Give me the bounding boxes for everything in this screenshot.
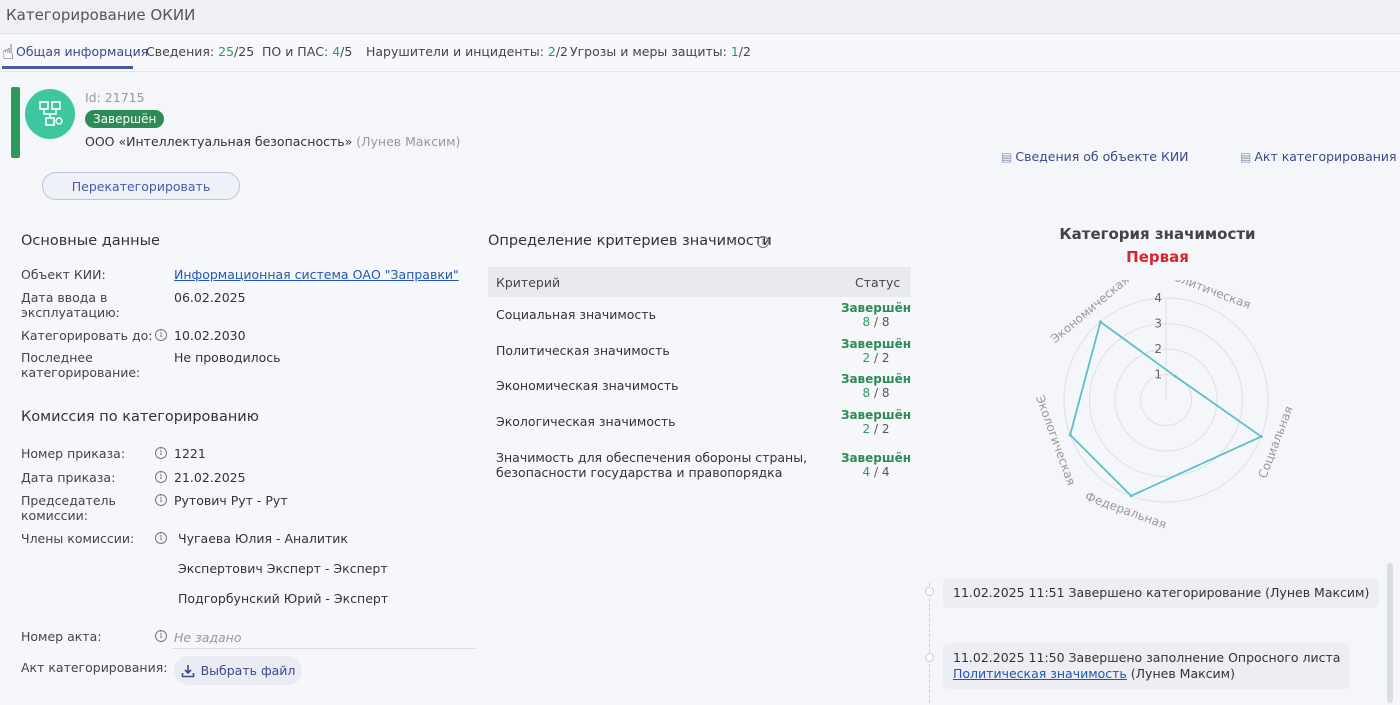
window-titlebar: Категорирование ОКИИ	[0, 0, 1400, 34]
last-categorization-label: Последнее категорирование:	[21, 350, 141, 380]
object-link[interactable]: Информационная система ОАО "Заправки"	[174, 267, 459, 282]
info-icon[interactable]: i	[155, 532, 167, 544]
order-date-label: Дата приказа:	[21, 470, 116, 485]
mouse-cursor-icon: ☝	[2, 40, 15, 64]
criterion-name[interactable]: Значимость для обеспечения обороны стран…	[496, 450, 807, 480]
act-number-input[interactable]: Не задано	[174, 630, 242, 645]
object-type-icon	[25, 89, 75, 139]
choose-file-button[interactable]: Выбрать файл	[174, 656, 302, 685]
tab-bar: Общая информация Сведения: 25/25 ПО и ПА…	[0, 34, 1400, 72]
member-item: Подгорбунский Юрий - Эксперт	[178, 591, 389, 606]
timeline-line	[929, 583, 930, 703]
radar-data-point	[1068, 433, 1072, 437]
category-title: Категория значимости	[1059, 225, 1256, 243]
act-number-underline	[172, 648, 475, 649]
info-icon[interactable]: i	[155, 447, 167, 459]
criterion-name[interactable]: Социальная значимость	[496, 307, 656, 322]
radar-tick-label: 3	[1154, 317, 1162, 331]
object-organization: ООО «Интеллектуальная безопасность» (Лун…	[85, 134, 461, 149]
categorize-until-value: 10.02.2030	[174, 328, 246, 343]
object-id: Id: 21715	[85, 90, 145, 105]
tab-software[interactable]: ПО и ПАС: 4/5	[262, 44, 352, 59]
commission-title: Комиссия по категорированию	[21, 409, 259, 425]
radar-data-point	[1259, 435, 1263, 439]
info-icon[interactable]: i	[155, 494, 167, 506]
radar-tick-label: 2	[1154, 342, 1162, 356]
window-title: Категорирование ОКИИ	[6, 6, 196, 24]
info-icon[interactable]: i	[155, 630, 167, 642]
categorize-until-label: Категорировать до:	[21, 328, 153, 343]
col-status: Статус	[855, 275, 901, 290]
act-link[interactable]: ▤ Акт категорирования	[1240, 149, 1397, 164]
radar-tick-label: 4	[1154, 291, 1162, 305]
criteria-title: Определение критериев значимости	[488, 233, 772, 249]
choose-file-label: Выбрать файл	[200, 663, 296, 678]
criteria-table-header: Критерий Статус	[488, 267, 911, 297]
order-date-value: 21.02.2025	[174, 470, 246, 485]
members-label: Члены комиссии:	[21, 531, 135, 546]
timeline-scrollbar[interactable]	[1387, 563, 1393, 703]
chairman-label: Председатель комиссии:	[21, 493, 116, 523]
act-number-label: Номер акта:	[21, 629, 102, 644]
main-data-title: Основные данные	[21, 233, 160, 249]
order-number-value: 1221	[174, 446, 206, 461]
info-icon[interactable]: i	[757, 236, 769, 248]
date-input-value: 06.02.2025	[174, 290, 246, 305]
radar-data-point	[1173, 374, 1177, 378]
tab-threats[interactable]: Угрозы и меры защиты: 1/2	[570, 44, 751, 59]
timeline-dot	[925, 653, 934, 662]
timeline-entry: 11.02.2025 11:51 Завершено категорирован…	[943, 578, 1380, 608]
radar-axis-label: Социальная	[1256, 404, 1296, 480]
upload-icon	[181, 664, 194, 677]
criterion-name[interactable]: Экологическая значимость	[496, 414, 676, 429]
radar-axis-label: Федеральная	[1083, 489, 1168, 531]
document-icon: ▤	[1001, 150, 1013, 164]
criterion-status: Завершён 4 / 4	[840, 451, 912, 479]
status-stripe	[11, 87, 20, 158]
object-label: Объект КИИ:	[21, 267, 106, 282]
document-icon: ▤	[1240, 150, 1252, 164]
criterion-status: Завершён 2 / 2	[840, 408, 912, 436]
radar-tick-label: 1	[1154, 368, 1162, 382]
radar-data-point	[1129, 494, 1133, 498]
tab-info[interactable]: Сведения: 25/25	[146, 44, 254, 59]
category-value: Первая	[1126, 248, 1189, 266]
timeline-criterion-link[interactable]: Политическая значимость	[953, 666, 1127, 681]
timeline-dot	[925, 587, 934, 596]
date-input-label: Дата ввода в эксплуатацию:	[21, 290, 120, 320]
timeline-entry: 11.02.2025 11:50 Завершено заполнение Оп…	[943, 643, 1351, 689]
criterion-status: Завершён 8 / 8	[840, 301, 912, 329]
radar-axis-label: Экологическая	[1033, 393, 1079, 487]
significance-radar-chart: 1234 ПолитическаяСоциальнаяФедеральнаяЭко…	[1033, 280, 1296, 532]
criterion-name[interactable]: Политическая значимость	[496, 343, 670, 358]
tab-intruders[interactable]: Нарушители и инциденты: 2/2	[366, 44, 568, 59]
info-icon[interactable]: i	[155, 471, 167, 483]
criterion-status: Завершён 8 / 8	[840, 372, 912, 400]
criterion-name[interactable]: Экономическая значимость	[496, 378, 679, 393]
last-categorization-value: Не проводилось	[174, 350, 281, 365]
info-icon[interactable]: i	[155, 329, 167, 341]
radar-data-point	[1098, 320, 1102, 324]
criterion-status: Завершён 2 / 2	[840, 337, 912, 365]
recategorize-button[interactable]: Перекатегорировать	[42, 172, 240, 200]
active-tab-indicator	[2, 66, 133, 69]
member-item: Экспертович Эксперт - Эксперт	[178, 561, 388, 576]
act-file-label: Акт категорирования:	[21, 660, 168, 675]
status-badge: Завершён	[85, 110, 165, 128]
col-criterion: Критерий	[496, 275, 561, 290]
object-info-link[interactable]: ▤ Сведения об объекте КИИ	[1001, 149, 1189, 164]
order-number-label: Номер приказа:	[21, 446, 126, 461]
tab-general-info[interactable]: Общая информация	[16, 44, 148, 59]
member-item: Чугаева Юлия - Аналитик	[178, 531, 348, 546]
chairman-value: Рутович Рут - Рут	[174, 493, 288, 508]
